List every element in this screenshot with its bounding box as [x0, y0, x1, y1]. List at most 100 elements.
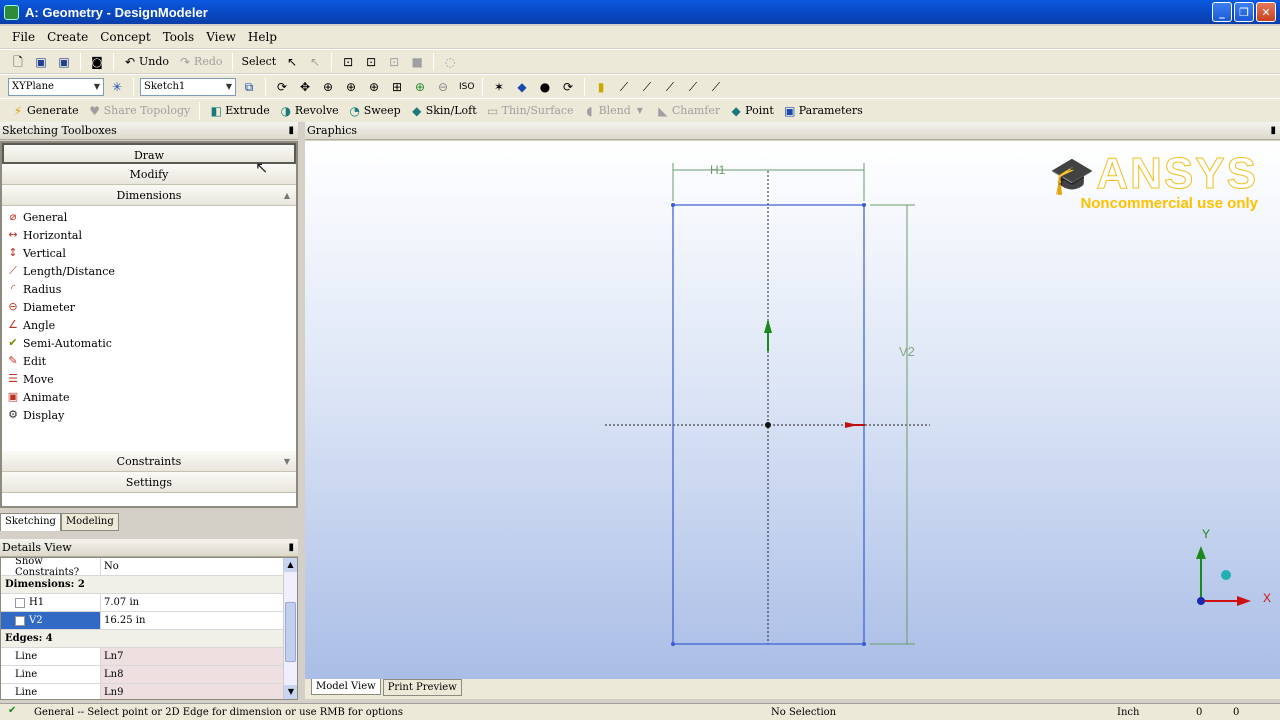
- chevron-down-icon: ▼: [225, 82, 232, 91]
- close-button[interactable]: ✕: [1256, 2, 1276, 22]
- extrude-button[interactable]: ◧ Extrude: [206, 101, 273, 121]
- display-model-button[interactable]: ◆: [512, 77, 532, 97]
- revolve-button[interactable]: ◑ Revolve: [276, 101, 342, 121]
- thin-surface-button[interactable]: ▭ Thin/Surface: [483, 101, 577, 121]
- dimension-animate[interactable]: ▣ Animate: [6, 388, 292, 406]
- tab-modeling[interactable]: Modeling: [60, 513, 119, 531]
- share-topology-button[interactable]: ♥ Share Topology: [85, 101, 194, 121]
- zoom-extents-button[interactable]: ⊞: [387, 77, 407, 97]
- edge-option-1-button[interactable]: ⟋: [614, 77, 634, 97]
- display-mode-button[interactable]: ⟳: [558, 77, 578, 97]
- select-button[interactable]: Select: [239, 52, 280, 72]
- menu-tools[interactable]: Tools: [157, 30, 201, 44]
- select-edges-button[interactable]: ⊡: [361, 52, 381, 72]
- dimensions-toolbox-button[interactable]: Dimensions ▲: [2, 185, 296, 206]
- parameter-checkbox[interactable]: [15, 597, 25, 608]
- menu-view[interactable]: View: [200, 30, 242, 44]
- dimension-length-distance[interactable]: ⟋ Length/Distance: [6, 262, 292, 280]
- sketch-select[interactable]: Sketch1 ▼: [140, 77, 236, 96]
- scroll-up-icon[interactable]: ▲: [284, 185, 290, 206]
- display-point-button[interactable]: ●: [535, 77, 555, 97]
- detail-value[interactable]: Ln7: [101, 648, 297, 665]
- save-as-button[interactable]: ▣: [54, 52, 74, 72]
- dimension-move[interactable]: ☰ Move: [6, 370, 292, 388]
- sweep-button[interactable]: ◔ Sweep: [345, 101, 404, 121]
- look-at-button[interactable]: ✶: [489, 77, 509, 97]
- dimension-display[interactable]: ⚙ Display: [6, 406, 292, 424]
- scroll-up-icon[interactable]: ▲: [284, 558, 297, 572]
- dimension-vertical[interactable]: ↕ Vertical: [6, 244, 292, 262]
- edge-option-4-button[interactable]: ⟋: [683, 77, 703, 97]
- tab-print-preview[interactable]: Print Preview: [382, 679, 462, 696]
- dimension-radius[interactable]: ◜ Radius: [6, 280, 292, 298]
- menu-file[interactable]: File: [6, 30, 41, 44]
- tab-model-view[interactable]: Model View: [311, 679, 381, 695]
- zoom-button[interactable]: ⊕: [318, 77, 338, 97]
- undo-button[interactable]: ↶ Undo: [120, 52, 172, 72]
- constraints-toolbox-button[interactable]: Constraints ▼: [2, 451, 296, 472]
- select-points-button[interactable]: ⊡: [338, 52, 358, 72]
- menu-help[interactable]: Help: [242, 30, 283, 44]
- new-sketch-button[interactable]: ⧉: [239, 77, 259, 97]
- dimension-semi-automatic[interactable]: ✔ Semi-Automatic: [6, 334, 292, 352]
- detail-group-dimensions[interactable]: Dimensions: 2: [1, 576, 297, 594]
- extend-selection-button[interactable]: ◌: [440, 52, 460, 72]
- pan-button[interactable]: ✥: [295, 77, 315, 97]
- parameters-button[interactable]: ▣ Parameters: [780, 101, 866, 121]
- select-bodies-button[interactable]: ■: [407, 52, 427, 72]
- chamfer-button[interactable]: ◣ Chamfer: [653, 101, 723, 121]
- zoom-out-button[interactable]: ⊖: [433, 77, 453, 97]
- new-plane-button[interactable]: ✳: [107, 77, 127, 97]
- dimension-angle[interactable]: ∠ Angle: [6, 316, 292, 334]
- scroll-down-icon[interactable]: ▼: [284, 451, 290, 472]
- rotate-button[interactable]: ⟳: [272, 77, 292, 97]
- detail-value[interactable]: Ln9: [101, 684, 297, 699]
- edge-option-3-button[interactable]: ⟋: [660, 77, 680, 97]
- blend-button[interactable]: ◖ Blend ▼: [580, 101, 650, 121]
- edge-option-5-button[interactable]: ⟋: [706, 77, 726, 97]
- plane-select[interactable]: XYPlane ▼: [8, 77, 104, 96]
- point-button[interactable]: ◆ Point: [726, 101, 777, 121]
- save-button[interactable]: ▣: [31, 52, 51, 72]
- modify-toolbox-button[interactable]: Modify: [2, 164, 296, 185]
- select-mode-2-button[interactable]: ↖: [305, 52, 325, 72]
- dimension-general[interactable]: ⌀ General: [6, 208, 292, 226]
- tab-sketching[interactable]: Sketching: [0, 513, 61, 531]
- detail-value[interactable]: Ln8: [101, 666, 297, 683]
- zoom-in-button[interactable]: ⊕: [410, 77, 430, 97]
- settings-toolbox-button[interactable]: Settings: [2, 472, 296, 493]
- pin-icon[interactable]: ▮: [288, 542, 294, 553]
- generate-button[interactable]: ⚡ Generate: [8, 101, 82, 121]
- menu-concept[interactable]: Concept: [94, 30, 156, 44]
- maximize-button[interactable]: ❐: [1234, 2, 1254, 22]
- detail-group-edges[interactable]: Edges: 4: [1, 630, 297, 648]
- dimension-diameter[interactable]: ⊖ Diameter: [6, 298, 292, 316]
- menu-create[interactable]: Create: [41, 30, 94, 44]
- pin-icon[interactable]: ▮: [1270, 125, 1276, 136]
- detail-value[interactable]: 16.25 in: [101, 612, 297, 629]
- zoom-fit-button[interactable]: ⊕: [364, 77, 384, 97]
- detail-value[interactable]: No: [101, 558, 297, 575]
- new-button[interactable]: 🗋: [8, 52, 28, 72]
- pin-icon[interactable]: ▮: [288, 125, 294, 136]
- dimension-edit[interactable]: ✎ Edit: [6, 352, 292, 370]
- select-faces-button[interactable]: ⊡: [384, 52, 404, 72]
- draw-toolbox-button[interactable]: Draw: [2, 143, 296, 164]
- sketch-canvas[interactable]: H1 V2 Y X: [305, 141, 1280, 679]
- redo-button[interactable]: ↷ Redo: [175, 52, 225, 72]
- scroll-thumb[interactable]: [285, 602, 296, 662]
- select-mode-button[interactable]: ↖: [282, 52, 302, 72]
- skin-loft-button[interactable]: ◆ Skin/Loft: [407, 101, 480, 121]
- graphics-viewport[interactable]: H1 V2 Y X 🎓ANSYS Noncommercial use only: [305, 141, 1280, 679]
- screenshot-button[interactable]: ◙: [87, 52, 107, 72]
- minimize-button[interactable]: _: [1212, 2, 1232, 22]
- details-scrollbar[interactable]: ▲ ▼: [283, 558, 297, 699]
- box-zoom-button[interactable]: ⊕: [341, 77, 361, 97]
- detail-value[interactable]: 7.07 in: [101, 594, 297, 611]
- iso-view-button[interactable]: ISO: [456, 77, 476, 97]
- edge-option-2-button[interactable]: ⟋: [637, 77, 657, 97]
- scroll-down-icon[interactable]: ▼: [284, 685, 297, 699]
- parameter-checkbox[interactable]: [15, 615, 25, 626]
- edge-coloring-button[interactable]: ▮: [591, 77, 611, 97]
- dimension-horizontal[interactable]: ↔ Horizontal: [6, 226, 292, 244]
